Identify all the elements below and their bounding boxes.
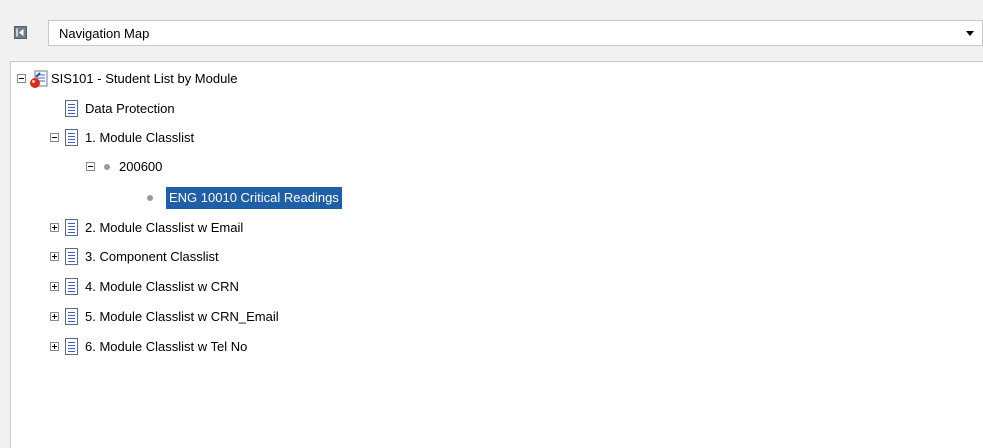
tree-item-label: 1. Module Classlist xyxy=(85,130,195,145)
navigation-toolbar: Navigation Map xyxy=(0,0,983,60)
collapse-toggle-icon[interactable] xyxy=(17,74,26,83)
bullet-icon xyxy=(147,195,153,201)
document-icon xyxy=(65,100,78,117)
tree-item-label: 2. Module Classlist w Email xyxy=(85,220,244,235)
tree-item-module-classlist[interactable]: 1. Module Classlist xyxy=(11,126,611,150)
tree-item-label: 200600 xyxy=(119,159,163,174)
navigation-map-select[interactable]: Navigation Map xyxy=(48,20,983,46)
document-icon xyxy=(65,308,78,325)
report-icon xyxy=(30,70,48,88)
expand-toggle-icon[interactable] xyxy=(50,252,59,261)
expand-toggle-icon[interactable] xyxy=(50,223,59,232)
tree-item-label: 4. Module Classlist w CRN xyxy=(85,279,239,294)
document-icon xyxy=(65,129,78,146)
tree-item-data-protection[interactable]: Data Protection xyxy=(11,97,611,121)
tree-item-label-selected: ENG 10010 Critical Readings xyxy=(166,187,342,209)
collapse-toggle-icon[interactable] xyxy=(86,162,95,171)
navigation-map-select-value: Navigation Map xyxy=(59,26,150,41)
expand-toggle-icon[interactable] xyxy=(50,312,59,321)
tree-root[interactable]: SIS101 - Student List by Module xyxy=(11,67,611,91)
bullet-icon xyxy=(104,164,110,170)
document-icon xyxy=(65,248,78,265)
collapse-toggle-icon[interactable] xyxy=(50,133,59,142)
tree-item-label: Data Protection xyxy=(85,101,175,116)
document-icon xyxy=(65,278,78,295)
tree-item-module-classlist-email[interactable]: 2. Module Classlist w Email xyxy=(11,216,611,240)
tree-item-selected-module[interactable]: ENG 10010 Critical Readings xyxy=(11,186,611,210)
document-icon xyxy=(65,219,78,236)
tree-item-year[interactable]: 200600 xyxy=(11,155,611,179)
tree-item-component-classlist[interactable]: 3. Component Classlist xyxy=(11,245,611,269)
navigation-tree-panel: SIS101 - Student List by Module Data Pro… xyxy=(10,61,983,448)
tree-item-label: 6. Module Classlist w Tel No xyxy=(85,339,248,354)
collapse-panel-icon[interactable] xyxy=(14,26,27,39)
tree-root-label: SIS101 - Student List by Module xyxy=(51,71,238,86)
document-icon xyxy=(65,338,78,355)
expand-toggle-icon[interactable] xyxy=(50,342,59,351)
tree-item-module-classlist-crn[interactable]: 4. Module Classlist w CRN xyxy=(11,275,611,299)
expand-toggle-icon[interactable] xyxy=(50,282,59,291)
tree-item-label: 5. Module Classlist w CRN_Email xyxy=(85,309,279,324)
tree-item-label: 3. Component Classlist xyxy=(85,249,219,264)
tree-item-module-classlist-crn-email[interactable]: 5. Module Classlist w CRN_Email xyxy=(11,305,611,329)
chevron-down-icon[interactable] xyxy=(966,31,974,36)
tree-item-module-classlist-tel[interactable]: 6. Module Classlist w Tel No xyxy=(11,335,611,359)
